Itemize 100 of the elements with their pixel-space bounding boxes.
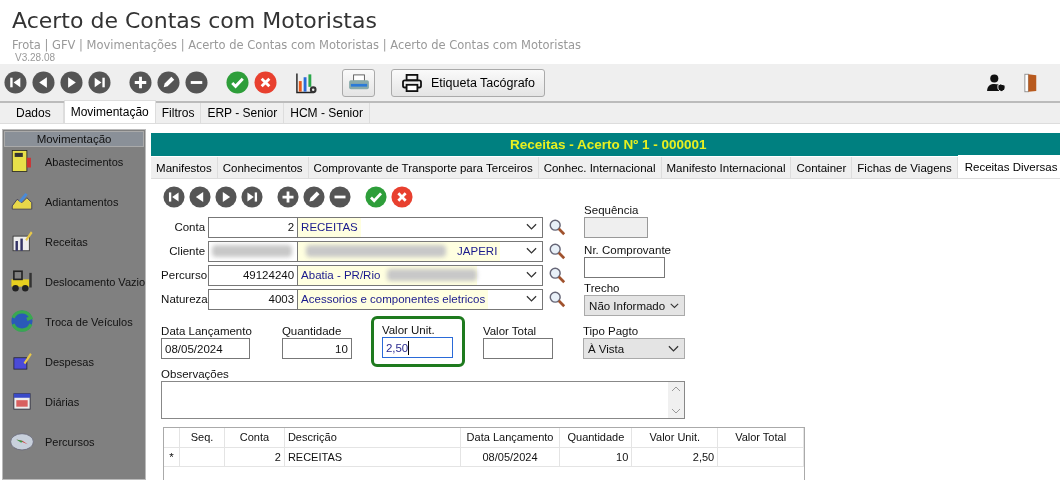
confirm-icon[interactable]	[365, 186, 388, 208]
user-shield-icon[interactable]	[986, 73, 1008, 92]
remove-icon[interactable]	[329, 186, 352, 208]
code-field[interactable]	[208, 240, 299, 262]
field-label: Data Lançamento	[161, 324, 252, 338]
field-value: 10	[335, 342, 348, 355]
confirm-icon[interactable]	[226, 71, 249, 94]
field-value: 2,50	[385, 341, 409, 354]
column-header[interactable]: Data Lançamento	[460, 428, 561, 448]
edit-icon[interactable]	[157, 71, 180, 94]
dropdown-caret-icon[interactable]	[526, 295, 538, 303]
sidebar-header: Movimentação	[4, 131, 145, 147]
next-icon[interactable]	[215, 186, 238, 208]
field-label: Percurso	[161, 269, 206, 281]
last-record-icon[interactable]	[241, 186, 264, 208]
column-header[interactable]: Valor Total	[718, 428, 805, 448]
cancel-icon[interactable]	[391, 186, 414, 208]
add-icon[interactable]	[129, 71, 152, 94]
search-icon[interactable]	[548, 242, 567, 260]
first-record-icon[interactable]	[4, 71, 27, 94]
notes-textarea[interactable]	[161, 381, 686, 420]
printer-icon	[401, 73, 423, 92]
column-header[interactable]: Quantidade	[560, 428, 633, 448]
dropdown-caret-icon[interactable]	[670, 301, 680, 310]
code-value: 2	[287, 221, 295, 233]
table-cell: 2,50	[632, 448, 719, 467]
print-button[interactable]	[342, 68, 375, 97]
code-value: 49124240	[242, 269, 295, 281]
table-cell: 2	[225, 448, 285, 467]
printer-icon	[347, 73, 370, 92]
sidebar-item[interactable]: Percursos	[45, 436, 95, 448]
field-value: 08/05/2024	[165, 342, 223, 355]
field-label: Sequência	[584, 203, 640, 217]
route-segment-select[interactable]: Não Informado	[584, 295, 686, 316]
exit-door-icon[interactable]	[1024, 71, 1038, 94]
next-icon[interactable]	[60, 71, 83, 94]
payment-type-select[interactable]: À Vista	[582, 338, 685, 359]
code-field[interactable]: 2	[208, 216, 299, 238]
dropdown-caret-icon[interactable]	[526, 247, 538, 255]
combo-value: JAPERI	[454, 241, 501, 261]
table-cell: 10	[560, 448, 633, 467]
table-cell: RECEITAS	[284, 448, 461, 467]
sidebar-item[interactable]: Receitas	[45, 236, 88, 248]
field-label: Quantidade	[281, 324, 343, 338]
value-field[interactable]	[482, 338, 553, 359]
add-icon[interactable]	[277, 186, 300, 208]
lookup-combobox[interactable]: Acessorios e componentes eletricos	[298, 288, 544, 310]
search-icon[interactable]	[548, 266, 567, 284]
breadcrumb: Frota | GFV | Movimentações | Acerto de Contas com Motoristas | Acerto de Contas com Motoristas	[12, 38, 582, 52]
column-header[interactable]: Descrição	[284, 428, 461, 448]
field-label: Valor Unit.	[381, 323, 436, 337]
sidebar-item[interactable]: Despesas	[45, 356, 94, 368]
forklift-icon	[9, 268, 35, 294]
label-print-button[interactable]: Etiqueta Tacógrafo	[391, 68, 545, 97]
receipt-number-field[interactable]	[584, 257, 666, 278]
bar-chart-gear-icon[interactable]	[295, 70, 318, 95]
dropdown-caret-icon[interactable]	[526, 223, 538, 231]
edit-icon[interactable]	[303, 186, 326, 208]
panel-title: Receitas - Acerto Nº 1 - 000001	[151, 133, 1060, 156]
column-header[interactable]: Conta	[225, 428, 285, 448]
search-icon[interactable]	[548, 290, 567, 308]
sidebar-item[interactable]: Adiantamentos	[45, 196, 119, 208]
page-title: Acerto de Contas com Motoristas	[12, 7, 378, 35]
dropdown-caret-icon[interactable]	[526, 271, 538, 279]
dropdown-caret-icon[interactable]	[667, 344, 679, 353]
previous-icon[interactable]	[189, 186, 212, 208]
lookup-combobox[interactable]: RECEITAS	[298, 216, 544, 238]
refresh-arrows-icon	[9, 308, 35, 334]
value-field[interactable]: 10	[281, 338, 352, 359]
previous-icon[interactable]	[32, 71, 55, 94]
field-label: Observações	[161, 367, 230, 381]
remove-icon[interactable]	[185, 71, 208, 94]
column-header[interactable]: Seq.	[180, 428, 225, 448]
lookup-combobox[interactable]: Abatia - PR/Rio	[298, 264, 544, 286]
field-label: Conta	[173, 221, 206, 233]
cancel-icon[interactable]	[254, 71, 277, 94]
value-field[interactable]: 08/05/2024	[161, 338, 251, 359]
table-cell: 08/05/2024	[460, 448, 561, 467]
field-label: Cliente	[168, 245, 206, 257]
lookup-combobox[interactable]: JAPERI	[298, 240, 544, 262]
code-field[interactable]: 4003	[208, 288, 299, 310]
code-value: 4003	[268, 293, 295, 305]
sidebar-item[interactable]: Abastecimentos	[45, 156, 124, 168]
search-icon[interactable]	[548, 218, 567, 236]
code-field[interactable]: 49124240	[208, 264, 299, 286]
sidebar-item[interactable]: Diárias	[45, 396, 80, 408]
field-label: Natureza	[161, 293, 206, 305]
column-header[interactable]: Valor Unit.	[632, 428, 719, 448]
version-label: V3.28.08	[15, 52, 57, 63]
field-label: Nr. Comprovante	[584, 243, 672, 257]
field-label: Tipo Pagto	[582, 324, 640, 338]
first-record-icon[interactable]	[163, 186, 186, 208]
sidebar-item[interactable]: Deslocamento Vazio	[45, 276, 146, 288]
last-record-icon[interactable]	[88, 71, 111, 94]
field-label: Trecho	[584, 281, 621, 295]
module-tab[interactable]: Movimentação	[63, 100, 156, 123]
section-tab[interactable]: Receitas Diversas	[957, 155, 1060, 178]
value-field[interactable]: 2,50	[381, 337, 453, 358]
field-label: Valor Total	[482, 324, 538, 338]
sidebar-item[interactable]: Troca de Veículos	[45, 316, 133, 328]
